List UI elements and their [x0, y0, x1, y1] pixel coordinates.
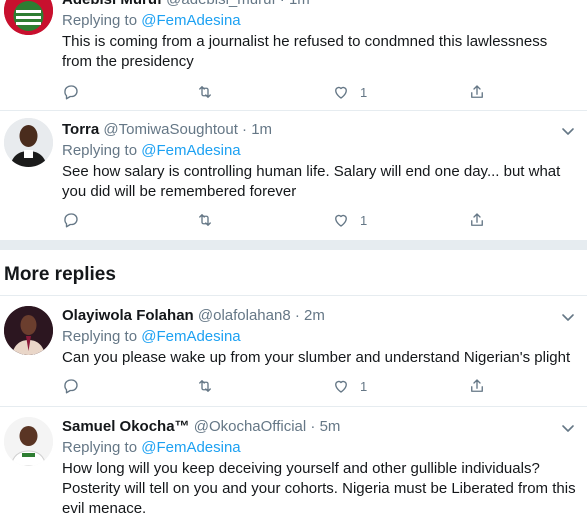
replying-to: Replying to @FemAdesina: [62, 141, 577, 161]
mention-link[interactable]: @FemAdesina: [141, 142, 240, 159]
like-count: 1: [360, 378, 368, 394]
display-name[interactable]: Adebisi Muruf: [62, 0, 162, 8]
retweet-icon: [199, 86, 211, 98]
tweet-text: This is coming from a journalist he refu…: [62, 33, 548, 70]
separator-dot: ·: [280, 0, 285, 8]
retweet-icon: [199, 214, 211, 226]
timestamp[interactable]: 2m: [304, 307, 325, 324]
tweet-header: Torra @TomiwaSoughtout · 1m: [62, 120, 577, 140]
reply-icon: [64, 213, 78, 228]
timestamp[interactable]: 5m: [320, 418, 341, 435]
like-button[interactable]: 1: [332, 82, 367, 102]
chevron-down-icon[interactable]: [561, 421, 575, 435]
timestamp[interactable]: 1m: [251, 121, 272, 138]
avatar[interactable]: [4, 417, 53, 466]
section-gap: [0, 240, 587, 250]
share-button[interactable]: [468, 210, 486, 230]
share-icon: [471, 85, 483, 98]
like-button[interactable]: 1: [332, 376, 367, 396]
like-count: 1: [360, 212, 368, 228]
tweet-header: Olayiwola Folahan @olafolahan8 · 2m: [62, 306, 577, 326]
heart-icon: [335, 380, 347, 393]
user-handle[interactable]: @OkochaOfficial: [194, 418, 307, 435]
tweet-text: Can you please wake up from your slumber…: [62, 349, 571, 366]
heart-icon: [335, 86, 347, 99]
tweet-item[interactable]: Adebisi Muruf @adebisi_muruf · 1m Replyi…: [0, 0, 587, 110]
tweet-actions: 1: [62, 376, 492, 396]
chevron-down-icon[interactable]: [561, 124, 575, 138]
like-button[interactable]: 1: [332, 210, 367, 230]
replying-to: Replying to @FemAdesina: [62, 438, 577, 458]
share-icon: [471, 379, 483, 392]
more-replies-heading: More replies: [4, 264, 116, 285]
share-icon: [471, 213, 483, 226]
retweet-icon: [199, 380, 211, 392]
replying-label: Replying to: [62, 328, 138, 345]
mention-link[interactable]: @FemAdesina: [141, 328, 240, 345]
user-handle[interactable]: @TomiwaSoughtout: [103, 121, 237, 138]
replying-label: Replying to: [62, 439, 138, 456]
avatar[interactable]: [4, 0, 53, 35]
replying-to: Replying to @FemAdesina: [62, 327, 577, 347]
display-name[interactable]: Olayiwola Folahan: [62, 307, 194, 324]
mention-link[interactable]: @FemAdesina: [141, 439, 240, 456]
retweet-button[interactable]: [196, 210, 214, 230]
separator-dot: ·: [294, 307, 300, 324]
avatar[interactable]: [4, 118, 53, 167]
tweet-actions: 1: [62, 82, 492, 102]
replying-label: Replying to: [62, 142, 138, 159]
avatar[interactable]: [4, 306, 53, 355]
tweet-header: Adebisi Muruf @adebisi_muruf · 1m: [62, 0, 577, 10]
reply-button[interactable]: [62, 82, 80, 102]
display-name[interactable]: Torra: [62, 121, 99, 138]
retweet-button[interactable]: [196, 376, 214, 396]
replying-label: Replying to: [62, 12, 138, 29]
mention-link[interactable]: @FemAdesina: [141, 12, 240, 29]
reply-button[interactable]: [62, 376, 80, 396]
reply-icon: [64, 379, 78, 394]
separator-dot: ·: [310, 418, 316, 435]
user-handle[interactable]: @olafolahan8: [198, 307, 291, 324]
user-handle[interactable]: @adebisi_muruf: [166, 0, 275, 8]
tweet-text: How long will you keep deceiving yoursel…: [62, 460, 576, 517]
retweet-button[interactable]: [196, 82, 214, 102]
tweet-item[interactable]: Samuel Okocha™ @OkochaOfficial · 5m Repl…: [0, 407, 587, 522]
timestamp[interactable]: 1m: [289, 0, 310, 8]
replying-to: Replying to @FemAdesina: [62, 11, 577, 31]
reply-icon: [64, 85, 78, 100]
tweet-text: See how salary is controlling human life…: [62, 163, 561, 200]
chevron-down-icon[interactable]: [561, 310, 575, 324]
tweet-header: Samuel Okocha™ @OkochaOfficial · 5m: [62, 417, 577, 437]
heart-icon: [335, 214, 347, 227]
separator-dot: ·: [242, 121, 248, 138]
display-name[interactable]: Samuel Okocha™: [62, 418, 190, 435]
share-button[interactable]: [468, 82, 486, 102]
reply-button[interactable]: [62, 210, 80, 230]
tweet-item[interactable]: Olayiwola Folahan @olafolahan8 · 2m Repl…: [0, 296, 587, 406]
tweet-actions: 1: [62, 210, 492, 230]
share-button[interactable]: [468, 376, 486, 396]
like-count: 1: [360, 84, 368, 100]
tweet-item[interactable]: Torra @TomiwaSoughtout · 1m Replying to …: [0, 111, 587, 240]
